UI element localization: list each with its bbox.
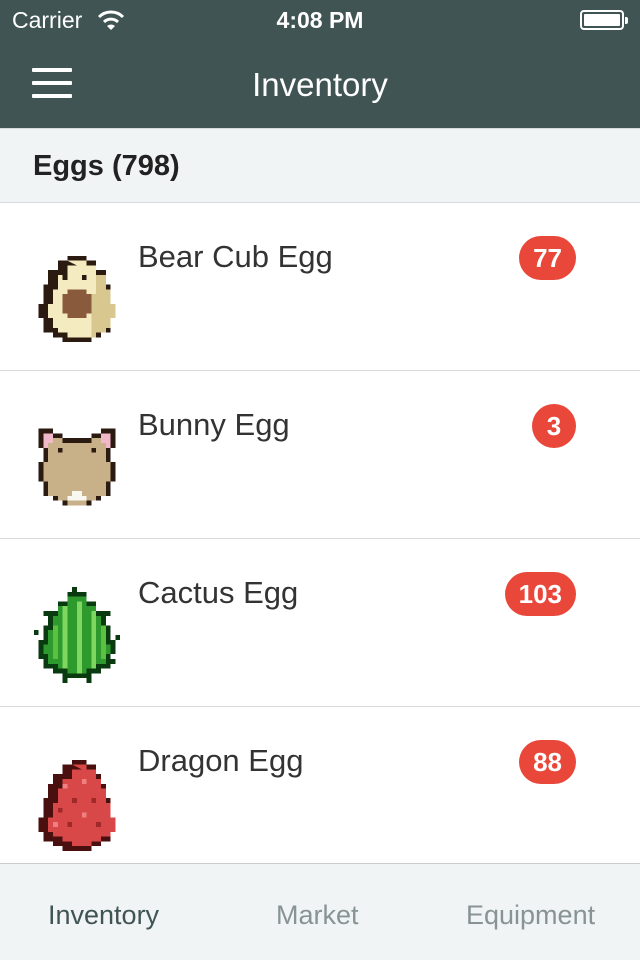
navigation-bar: Carrier 4:08 PM Inventory [0,0,640,128]
item-count-badge: 103 [504,572,576,616]
section-header-eggs: Eggs (798) [0,128,640,203]
item-count-badge: 77 [519,236,576,280]
item-count-badge: 3 [532,404,576,448]
page-title: Inventory [252,66,388,103]
bear-cub-egg-icon [38,255,116,343]
list-item-dragon-egg[interactable]: Dragon Egg 88 [0,707,640,875]
item-name: Dragon Egg [138,743,304,778]
section-title: Eggs (798) [33,150,180,182]
battery-icon [580,10,628,30]
tab-inventory[interactable]: Inventory [48,900,159,931]
item-name: Bunny Egg [138,407,290,442]
status-bar: Carrier 4:08 PM [0,0,640,40]
cactus-egg-icon [33,587,121,683]
item-name: Cactus Egg [138,575,299,610]
list-item-cactus-egg[interactable]: Cactus Egg 103 [0,539,640,707]
bunny-egg-icon [38,428,116,506]
tab-bar: Inventory Market Equipment [0,863,640,960]
egg-list: Bear Cub Egg 77 Bunny Egg 3 Cactus Egg 1… [0,203,640,875]
clock: 4:08 PM [276,7,364,33]
dragon-egg-icon [38,759,116,851]
item-name: Bear Cub Egg [138,239,333,274]
item-count-badge: 88 [519,740,576,784]
list-item-bear-cub-egg[interactable]: Bear Cub Egg 77 [0,203,640,371]
tab-market[interactable]: Market [276,900,359,931]
list-item-bunny-egg[interactable]: Bunny Egg 3 [0,371,640,539]
tab-equipment[interactable]: Equipment [466,900,595,931]
